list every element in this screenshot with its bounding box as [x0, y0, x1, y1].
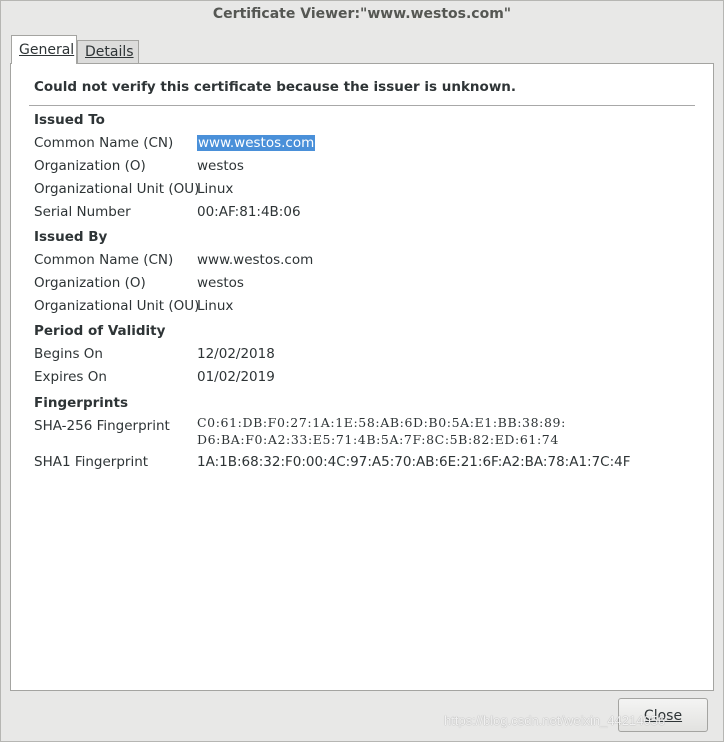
issued-to-ou-label: Organizational Unit (OU) — [34, 181, 200, 197]
issued-to-heading: Issued To — [34, 112, 105, 128]
divider — [29, 105, 695, 106]
tab-details[interactable]: Details — [77, 40, 139, 63]
selected-text[interactable]: www.westos.com — [197, 135, 316, 151]
serial-number-value[interactable]: 00:AF:81:4B:06 — [197, 204, 301, 220]
verification-warning: Could not verify this certificate becaus… — [34, 79, 517, 95]
sha256-label: SHA-256 Fingerprint — [34, 418, 170, 434]
tab-general-label: General — [19, 42, 75, 58]
issued-by-cn-value[interactable]: www.westos.com — [197, 252, 313, 268]
validity-heading: Period of Validity — [34, 323, 166, 339]
window-title: Certificate Viewer:"www.westos.com" — [212, 6, 512, 22]
begins-on-value[interactable]: 12/02/2018 — [197, 346, 275, 362]
issued-to-cn-value[interactable]: www.westos.com — [197, 135, 316, 151]
tab-details-label: Details — [85, 44, 134, 60]
expires-on-value[interactable]: 01/02/2019 — [197, 369, 275, 385]
expires-on-label: Expires On — [34, 369, 107, 385]
serial-number-label: Serial Number — [34, 204, 131, 220]
issued-by-o-value[interactable]: westos — [197, 275, 244, 291]
issued-by-heading: Issued By — [34, 229, 108, 245]
certificate-viewer-window: Certificate Viewer:"www.westos.com" Gene… — [0, 0, 724, 742]
issued-to-cn-label: Common Name (CN) — [34, 135, 174, 151]
sha256-value[interactable]: C0:61:DB:F0:27:1A:1E:58:AB:6D:B0:5A:E1:B… — [197, 414, 566, 448]
sha1-value[interactable]: 1A:1B:68:32:F0:00:4C:97:A5:70:AB:6E:21:6… — [197, 454, 631, 470]
issued-by-ou-label: Organizational Unit (OU) — [34, 298, 200, 314]
sha256-line-1: C0:61:DB:F0:27:1A:1E:58:AB:6D:B0:5A:E1:B… — [197, 415, 566, 430]
sha256-line-2: D6:BA:F0:A2:33:E5:71:4B:5A:7F:8C:5B:82:E… — [197, 432, 559, 447]
watermark-text: https://blog.csdn.net/weixin_44214056 — [444, 713, 666, 728]
begins-on-label: Begins On — [34, 346, 103, 362]
sha1-label: SHA1 Fingerprint — [34, 454, 149, 470]
general-panel: Could not verify this certificate becaus… — [10, 63, 714, 691]
tab-general[interactable]: General — [11, 35, 77, 64]
issued-by-o-label: Organization (O) — [34, 275, 146, 291]
issued-by-cn-label: Common Name (CN) — [34, 252, 174, 268]
fingerprints-heading: Fingerprints — [34, 395, 128, 411]
issued-by-ou-value[interactable]: Linux — [197, 298, 233, 314]
issued-to-o-value[interactable]: westos — [197, 158, 244, 174]
issued-to-ou-value[interactable]: Linux — [197, 181, 233, 197]
issued-to-o-label: Organization (O) — [34, 158, 146, 174]
